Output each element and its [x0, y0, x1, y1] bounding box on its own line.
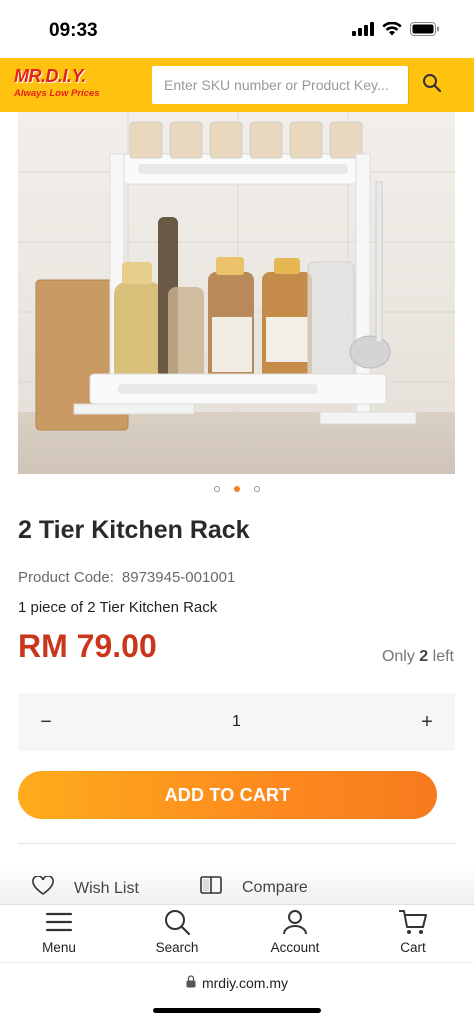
search-icon — [422, 73, 442, 98]
gallery-dot-active[interactable] — [234, 486, 240, 492]
search-button[interactable] — [408, 66, 454, 104]
battery-icon — [410, 22, 440, 41]
divider — [18, 843, 455, 844]
nav-account[interactable]: Account — [255, 909, 335, 955]
status-time: 09:33 — [49, 20, 98, 41]
wishlist-button[interactable]: Wish List — [32, 875, 139, 901]
nav-search[interactable]: Search — [137, 909, 217, 955]
decrease-quantity-button[interactable]: − — [36, 711, 56, 734]
url-text: mrdiy.com.my — [201, 975, 289, 991]
product-description: 1 piece of 2 Tier Kitchen Rack — [18, 599, 218, 616]
url-display[interactable]: mrdiy.com.my — [0, 975, 474, 991]
stock-suffix: left — [432, 648, 454, 665]
search-input[interactable] — [164, 77, 408, 93]
gallery-dots — [0, 486, 474, 492]
add-to-cart-button[interactable]: ADD TO CART — [18, 771, 437, 819]
home-indicator[interactable] — [153, 1008, 321, 1013]
gallery-dot[interactable] — [254, 486, 260, 492]
quantity-stepper: − 1 + — [18, 693, 455, 751]
product-code-value: 8973945-001001 — [121, 569, 236, 586]
product-image[interactable] — [18, 112, 455, 474]
compare-icon — [200, 876, 222, 899]
logo-tagline: Always Low Prices — [14, 88, 100, 99]
nav-account-label: Account — [270, 940, 320, 955]
bottom-navigation: Menu Search Account Cart — [0, 904, 474, 962]
status-icons — [352, 21, 440, 41]
quantity-value[interactable]: 1 — [232, 713, 241, 731]
nav-cart-label: Cart — [400, 940, 426, 955]
status-bar: 09:33 — [0, 0, 474, 60]
product-code: Product Code: 8973945-001001 — [18, 569, 235, 586]
search-icon — [163, 909, 191, 940]
site-header: MR.D.I.Y. Always Low Prices — [0, 58, 474, 112]
heart-icon — [32, 875, 54, 901]
product-price: RM 79.00 — [18, 628, 157, 664]
signal-icon — [352, 22, 374, 41]
product-actions: Wish List Compare — [0, 862, 474, 906]
cart-icon — [398, 909, 428, 940]
increase-quantity-button[interactable]: + — [417, 711, 437, 734]
lock-icon — [186, 975, 196, 991]
wifi-icon — [382, 21, 402, 41]
logo-text: MR.D.I.Y. — [14, 66, 86, 86]
stock-status: Only 2 left — [382, 648, 454, 666]
nav-cart[interactable]: Cart — [373, 909, 453, 955]
nav-menu[interactable]: Menu — [19, 909, 99, 955]
brand-logo[interactable]: MR.D.I.Y. Always Low Prices — [14, 66, 120, 104]
compare-label: Compare — [242, 878, 308, 896]
compare-button[interactable]: Compare — [200, 876, 308, 899]
browser-url-bar: mrdiy.com.my — [0, 962, 474, 1023]
search-box — [152, 66, 408, 104]
gallery-dot[interactable] — [214, 486, 220, 492]
user-icon — [281, 909, 309, 940]
stock-prefix: Only — [381, 648, 415, 665]
product-code-label: Product Code: — [18, 569, 114, 586]
menu-icon — [45, 909, 73, 940]
wishlist-label: Wish List — [74, 879, 139, 897]
nav-search-label: Search — [155, 940, 199, 955]
stock-count: 2 — [419, 648, 429, 665]
nav-menu-label: Menu — [42, 940, 76, 955]
product-title: 2 Tier Kitchen Rack — [18, 516, 250, 544]
